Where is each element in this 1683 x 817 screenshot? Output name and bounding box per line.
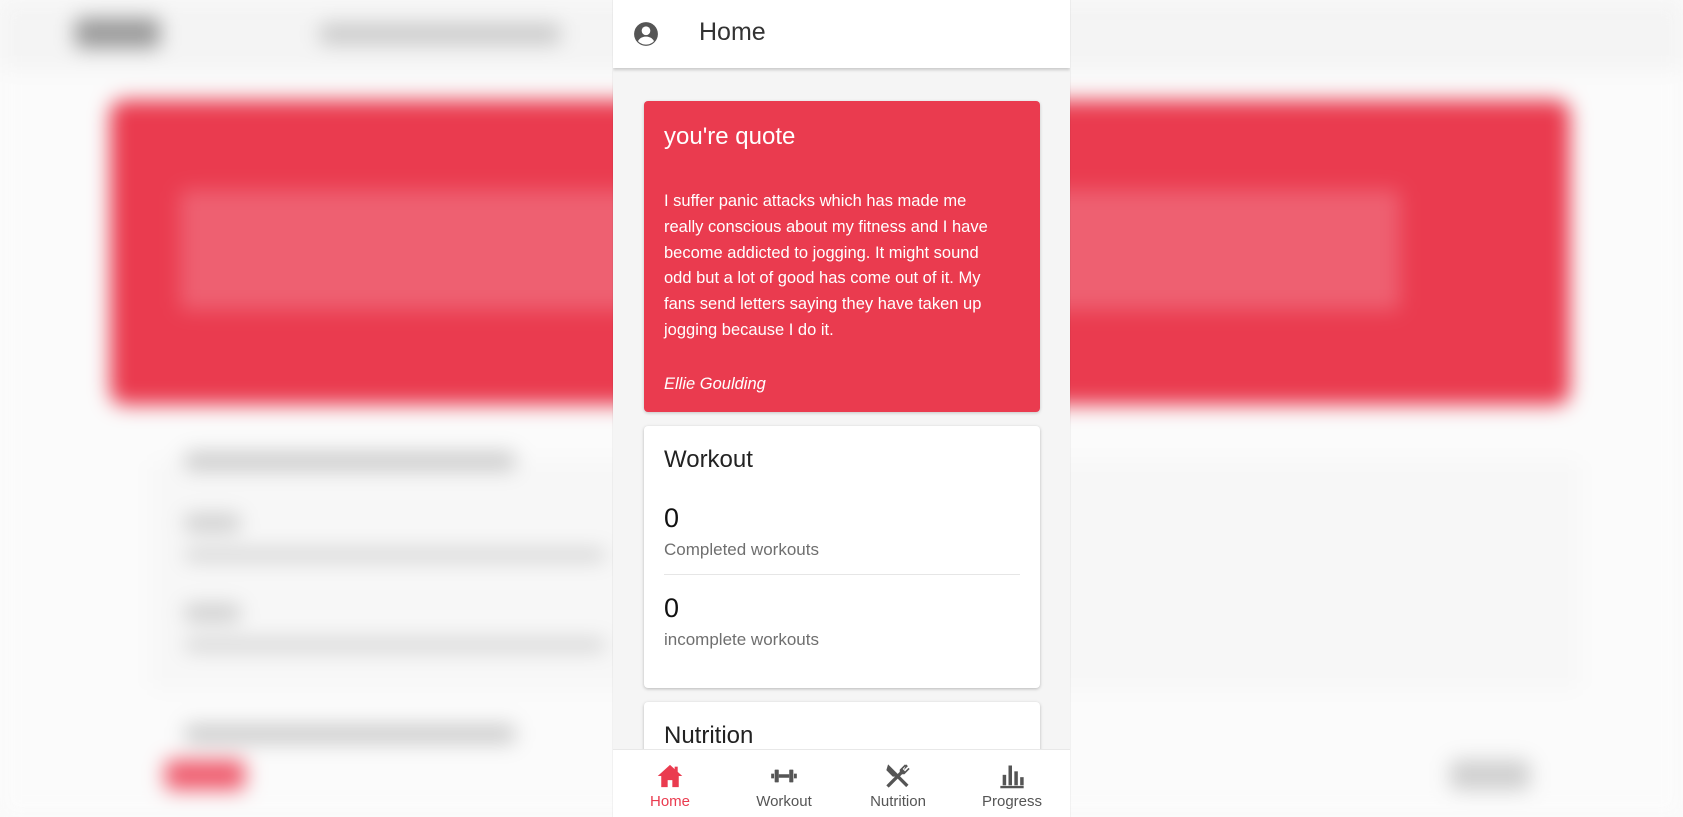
nav-label-workout: Workout — [756, 793, 812, 810]
nav-label-nutrition: Nutrition — [870, 793, 926, 810]
bottom-navigation: Home Workout Nutrition Progress — [613, 749, 1070, 817]
incomplete-workouts-value: 0 — [664, 593, 680, 623]
dumbbell-icon — [771, 769, 797, 783]
bg-pill — [165, 760, 245, 790]
incomplete-workouts-label: incomplete workouts — [664, 630, 819, 649]
quote-card-title: you're quote — [664, 123, 796, 150]
bar-chart-icon — [1000, 765, 1024, 789]
workout-card-title: Workout — [664, 446, 753, 473]
workout-card[interactable]: Workout 0 Completed workouts 0 incomplet… — [644, 426, 1040, 688]
nutrition-card-title: Nutrition — [664, 722, 754, 749]
divider — [664, 574, 1020, 575]
utensils-icon — [886, 764, 910, 788]
quote-author: Ellie Goulding — [664, 375, 766, 393]
mobile-app: Home you're quote I suffer panic attacks… — [613, 0, 1070, 817]
nav-item-progress[interactable]: Progress — [955, 750, 1069, 817]
completed-workouts-value: 0 — [664, 503, 680, 533]
bg-line — [185, 605, 240, 621]
bg-line — [185, 725, 515, 743]
bg-pill — [1450, 760, 1530, 790]
account-circle-icon[interactable] — [633, 21, 659, 47]
quote-text: I suffer panic attacks which has made me… — [664, 192, 988, 339]
quote-card: you're quote I suffer panic attacks whic… — [644, 101, 1040, 412]
app-bar: Home — [613, 0, 1070, 68]
main-content[interactable]: you're quote I suffer panic attacks whic… — [613, 68, 1070, 749]
bg-line — [185, 515, 240, 531]
nav-item-workout[interactable]: Workout — [727, 750, 841, 817]
nav-label-progress: Progress — [981, 793, 1043, 810]
completed-workouts-label: Completed workouts — [664, 540, 819, 559]
nav-item-nutrition[interactable]: Nutrition — [841, 750, 955, 817]
nav-item-home[interactable]: Home — [613, 750, 727, 817]
bg-line — [185, 452, 515, 470]
home-icon — [657, 764, 683, 788]
nutrition-card[interactable]: Nutrition — [644, 702, 1040, 749]
bg-top-text — [320, 24, 560, 44]
nav-label-home: Home — [649, 793, 690, 810]
bg-line — [185, 640, 605, 650]
page-title: Home — [699, 18, 766, 46]
bg-line — [185, 550, 605, 560]
bg-logo — [75, 18, 160, 48]
